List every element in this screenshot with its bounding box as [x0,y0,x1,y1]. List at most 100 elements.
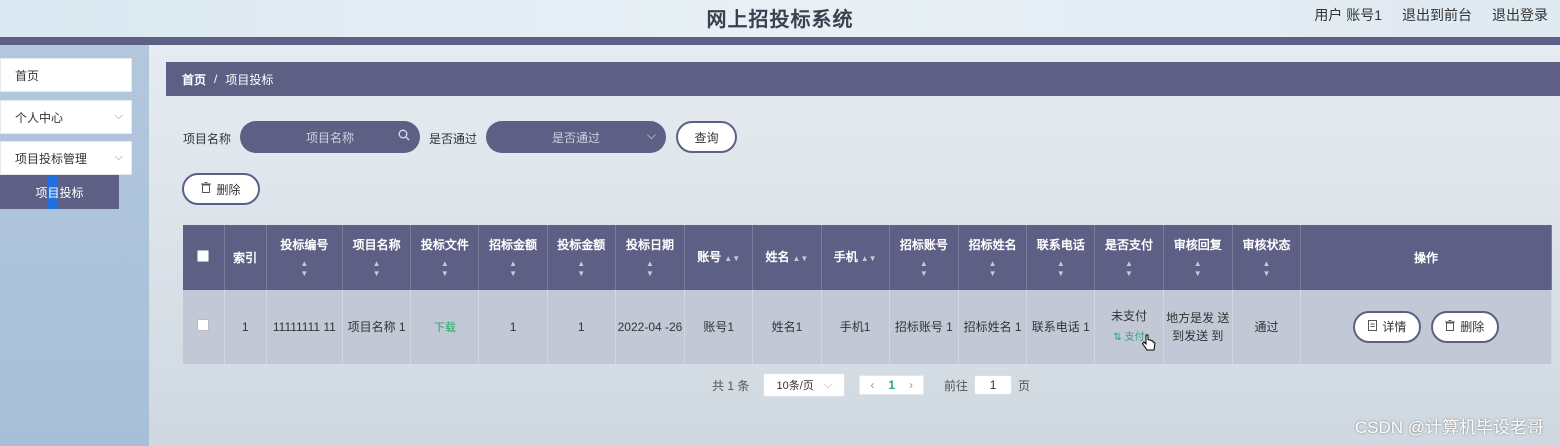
project-name-placeholder: 项目名称 [305,130,354,145]
cell-phone: 手机1 [821,290,890,364]
detail-button[interactable]: 详情 [1353,311,1422,343]
sort-icon[interactable]: ▲▼ [1095,259,1162,279]
top-header: 网上招投标系统 用户 账号1 退出到前台 退出登录 [0,0,1560,37]
header-divider [0,37,1560,45]
goto-page: 前往 1 页 [944,375,1030,395]
passed-placeholder: 是否通过 [551,130,600,145]
sort-icon[interactable]: ▲▼ [411,259,478,279]
sort-icon[interactable]: ▲▼ [1164,259,1232,279]
sort-icon[interactable]: ▲▼ [724,254,740,263]
column-header[interactable]: 是否支付 ▲ ▼ [1094,225,1164,290]
breadcrumb-home[interactable]: 首页 [182,71,206,88]
column-header[interactable]: 投标文件 ▲ ▼ [410,225,480,290]
chevron-down-icon: ⌵ [646,128,656,142]
page-number-current[interactable]: 1 [888,378,895,392]
column-header[interactable]: 账号 ▲▼ [684,225,754,290]
sort-icon[interactable]: ▲▼ [959,259,1026,279]
exit-to-front-link[interactable]: 退出到前台 [1402,5,1472,25]
row-checkbox[interactable] [197,319,210,331]
sort-icon[interactable]: ▲▼ [793,254,809,263]
batch-delete-label: 删除 [216,182,241,197]
header-links: 用户 账号1 退出到前台 退出登录 [1314,5,1548,25]
column-header-label: 姓名 [765,249,790,264]
column-header: 索引 [224,225,267,290]
select-all-checkbox[interactable] [197,249,210,262]
column-header[interactable]: 审核回复 ▲ ▼ [1163,225,1233,290]
column-header[interactable]: 投标编号 ▲ ▼ [266,225,344,290]
cell-bid-date: 2022-04 -26 [615,290,686,364]
sort-icon[interactable]: ▲▼ [548,259,615,279]
sort-icon[interactable]: ▲▼ [616,259,684,279]
select-all-header [183,225,225,290]
sidebar-subitem-project-bid[interactable]: 项目投标 [0,175,119,209]
query-button[interactable]: 查询 [676,121,737,153]
sidebar-item-label: 个人中心 [15,110,64,125]
project-name-input[interactable]: 项目名称 [240,121,420,153]
prev-page-icon[interactable]: ‹ [870,378,874,392]
sidebar-item-label: 项目投标管理 [15,151,88,166]
document-icon [1368,318,1378,336]
sidebar-subitem-label: 项目投标 [35,185,84,200]
column-header-label: 招标账号 [899,237,948,252]
trash-icon [1445,318,1456,336]
column-header[interactable]: 手机 ▲▼ [821,225,890,290]
column-header-label: 账号 [697,249,722,264]
column-header[interactable]: 投标日期 ▲ ▼ [615,225,686,290]
cell-bid-amount: 1 [547,290,616,364]
column-header-label: 项目名称 [352,237,401,252]
sidebar-item-personal-center[interactable]: 个人中心 ⌵ [0,100,132,134]
column-header[interactable]: 招标金额 ▲ ▼ [478,225,548,290]
column-header[interactable]: 联系电话 ▲ ▼ [1026,225,1096,290]
cell-review-status: 通过 [1232,290,1302,364]
next-page-icon[interactable]: › [909,378,913,392]
page-size-select[interactable]: 10条/页 ⌵ [763,373,846,397]
detail-button-label: 详情 [1382,320,1407,334]
column-header-label: 投标文件 [420,237,469,252]
column-header[interactable]: 招标账号 ▲ ▼ [889,225,959,290]
row-delete-label: 删除 [1460,320,1485,334]
column-header[interactable]: 项目名称 ▲ ▼ [342,225,412,290]
column-header[interactable]: 招标姓名 ▲ ▼ [958,225,1028,290]
sort-icon[interactable]: ▲▼ [267,259,342,279]
trash-icon [201,182,212,196]
chevron-down-icon: ⌵ [823,378,833,391]
bid-table: 索引 投标编号 ▲ ▼ 项目名称 ▲ ▼ 投标文件 ▲ ▼ 招标金额 ▲ ▼ 投标金额 ▲ ▼ 投标… [183,225,1552,364]
sort-icon[interactable]: ▲▼ [890,259,958,279]
cell-index: 1 [224,290,267,364]
download-link[interactable]: 下载 [434,322,456,334]
sort-icon[interactable]: ▲▼ [861,254,877,263]
logout-link[interactable]: 退出登录 [1492,5,1548,25]
sort-icon[interactable]: ▲▼ [479,259,546,279]
sort-icon[interactable]: ▲▼ [1027,259,1094,279]
column-header[interactable]: 审核状态 ▲ ▼ [1232,225,1302,290]
sidebar: 首页 个人中心 ⌵ 项目投标管理 ⌵ 项目投标 [0,45,149,446]
passed-select[interactable]: 是否通过 ⌵ [486,121,666,153]
table-header-row: 索引 投标编号 ▲ ▼ 项目名称 ▲ ▼ 投标文件 ▲ ▼ 招标金额 ▲ ▼ 投标金额 ▲ ▼ 投标… [183,225,1552,290]
column-header[interactable]: 姓名 ▲▼ [752,225,822,290]
column-header-label: 审核状态 [1242,237,1291,252]
sidebar-item-home[interactable]: 首页 [0,58,132,92]
sidebar-item-bid-management[interactable]: 项目投标管理 ⌵ [0,141,132,175]
cell-project-name: 项目名称 1 [342,290,412,364]
breadcrumb-current: 项目投标 [225,72,274,87]
cell-name: 姓名1 [752,290,822,364]
cell-tender-name: 招标姓名 1 [958,290,1028,364]
hand-cursor-icon [1141,334,1156,351]
sidebar-item-label: 首页 [15,68,40,83]
sort-icon[interactable]: ▲▼ [1233,259,1300,279]
page-unit: 页 [1018,378,1031,393]
cell-bid-no: 11111111 11 [266,290,344,364]
column-header-label: 操作 [1414,250,1439,265]
row-delete-button[interactable]: 删除 [1430,311,1499,343]
cell-contact-phone: 联系电话 1 [1026,290,1096,364]
current-user: 用户 账号1 [1314,7,1382,23]
column-header-label: 联系电话 [1036,237,1085,252]
sort-icon[interactable]: ▲▼ [343,259,410,279]
breadcrumb: 首页 / 项目投标 [166,62,1560,96]
column-header-label: 投标金额 [557,237,606,252]
goto-page-input[interactable]: 1 [974,375,1013,395]
total-count: 共 1 条 [712,378,750,393]
batch-delete-button[interactable]: 删除 [182,173,260,205]
chevron-down-icon: ⌵ [114,151,123,163]
column-header[interactable]: 投标金额 ▲ ▼ [547,225,616,290]
